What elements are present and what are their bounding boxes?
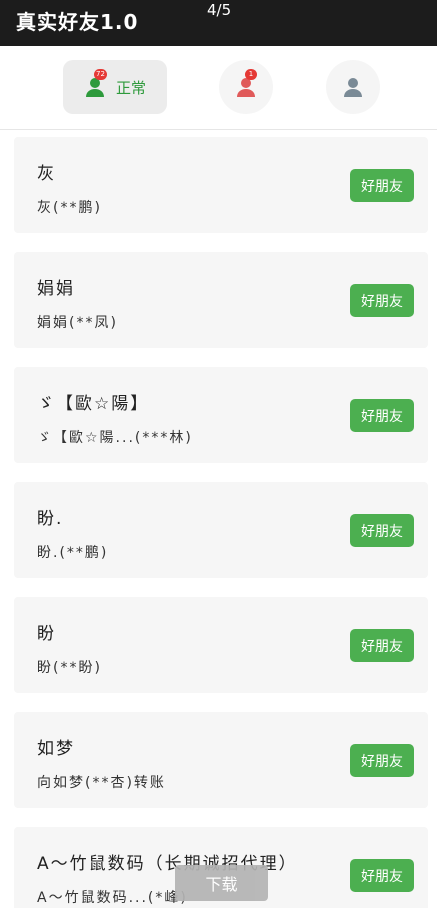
list-item: 盼 盼(**盼) 好朋友 (14, 597, 428, 693)
page-indicator: 4/5 (207, 1, 232, 19)
friend-name: 娟娟 (37, 279, 75, 299)
list-item: 娟娟 娟娟(**凤) 好朋友 (14, 252, 428, 348)
tab-normal[interactable]: 72 正常 (63, 60, 167, 114)
list-item: 如梦 向如梦(**杏)转账 好朋友 (14, 712, 428, 808)
download-button[interactable]: 下载 (175, 865, 268, 901)
tab-other[interactable] (326, 60, 380, 114)
friend-detail: 灰(**鹏) (37, 200, 102, 216)
app-bar: 真实好友1.0 4/5 (0, 0, 437, 46)
tab-normal-label: 正常 (115, 78, 146, 97)
list-item: 盼. 盼.(**鹏) 好朋友 (14, 482, 428, 578)
friend-name: 如梦 (37, 739, 75, 759)
good-friend-button[interactable]: 好朋友 (350, 744, 414, 777)
good-friend-button[interactable]: 好朋友 (350, 859, 414, 892)
app-title: 真实好友1.0 (16, 10, 139, 34)
friend-detail: 盼.(**鹏) (37, 545, 109, 561)
good-friend-button[interactable]: 好朋友 (350, 284, 414, 317)
friend-detail: 盼(**盼) (37, 660, 102, 676)
badge-count: 1 (245, 69, 257, 80)
friend-name: 盼 (37, 624, 56, 644)
friend-detail: 娟娟(**凤) (37, 315, 118, 331)
good-friend-button[interactable]: 好朋友 (350, 514, 414, 547)
user-icon: 72 (84, 69, 107, 98)
badge-count: 72 (93, 69, 107, 80)
friend-name: 灰 (37, 164, 56, 184)
friend-detail: 向如梦(**杏)转账 (37, 775, 166, 791)
tab-bar: 72 正常 1 (0, 46, 437, 130)
friend-name: ゞ【歐☆陽】 (37, 394, 150, 414)
tab-blocked[interactable]: 1 (219, 60, 273, 114)
friend-list: 灰 灰(**鹏) 好朋友 娟娟 娟娟(**凤) 好朋友 ゞ【歐☆陽】 ゞ【歐☆陽… (0, 131, 437, 908)
friend-name: 盼. (37, 509, 64, 529)
user-icon (342, 76, 364, 98)
good-friend-button[interactable]: 好朋友 (350, 399, 414, 432)
friend-detail: ゞ【歐☆陽...(***林) (37, 430, 193, 446)
good-friend-button[interactable]: 好朋友 (350, 629, 414, 662)
good-friend-button[interactable]: 好朋友 (350, 169, 414, 202)
list-item: ゞ【歐☆陽】 ゞ【歐☆陽...(***林) 好朋友 (14, 367, 428, 463)
user-icon: 1 (235, 69, 257, 98)
list-item: 灰 灰(**鹏) 好朋友 (14, 137, 428, 233)
friend-detail: A～竹鼠数码...(*峰) (37, 890, 188, 906)
